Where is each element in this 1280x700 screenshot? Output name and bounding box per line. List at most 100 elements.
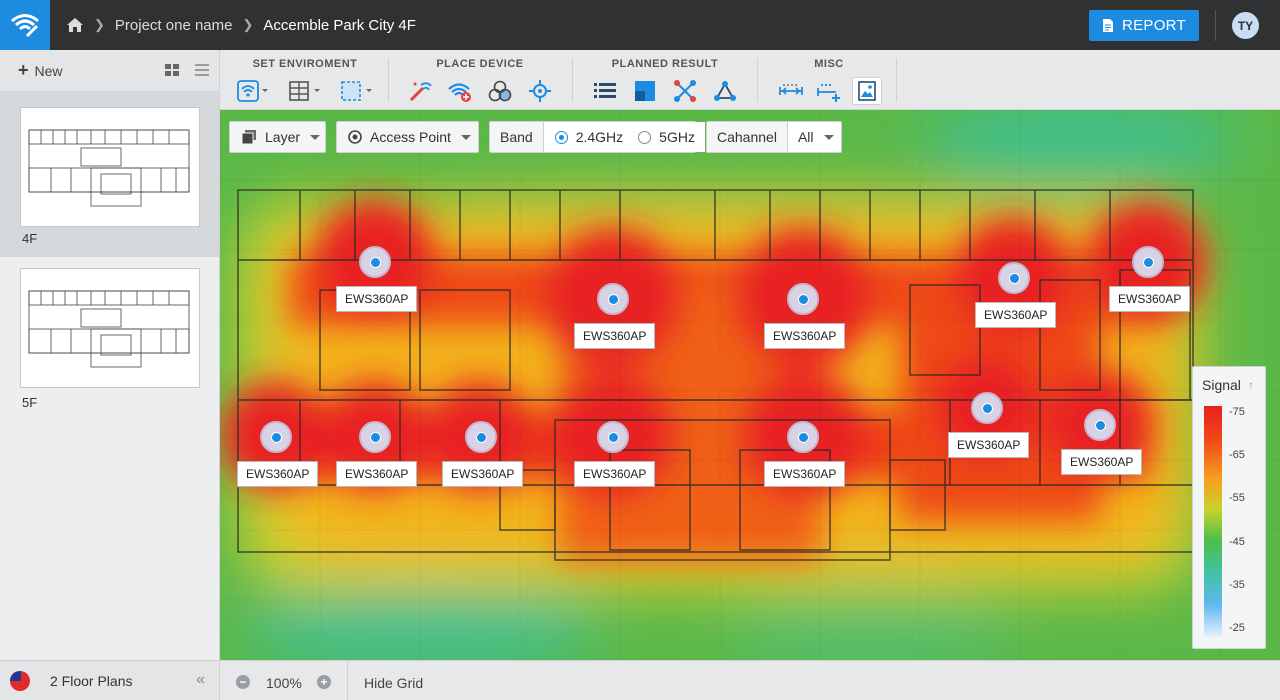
target-move-icon[interactable] <box>525 77 555 105</box>
sidebar-header: + New <box>0 50 219 92</box>
ap-dot-icon <box>607 293 619 305</box>
chevron-down-icon <box>310 134 321 140</box>
user-avatar[interactable]: TY <box>1232 12 1259 39</box>
band-option-label: 2.4GHz <box>575 129 624 145</box>
access-point-marker[interactable] <box>998 262 1030 294</box>
ap-dot-icon <box>1142 256 1154 268</box>
channel-value: All <box>797 129 814 145</box>
chevron-down-icon <box>823 134 834 140</box>
access-point-label: EWS360AP <box>1061 449 1143 475</box>
access-point-marker[interactable] <box>787 421 819 453</box>
app-logo[interactable] <box>0 0 50 50</box>
add-ap-icon[interactable] <box>445 77 475 105</box>
access-point-marker[interactable] <box>787 283 819 315</box>
access-point-marker[interactable] <box>1084 409 1116 441</box>
signal-heatmap <box>220 110 1280 660</box>
toolbar-group-planned-result: PLANNED RESULT <box>585 50 745 110</box>
zoom-in-icon[interactable]: + <box>317 675 331 689</box>
top-bar: ❯ Project one name ❯ Accemble Park City … <box>0 0 1280 50</box>
access-point-label: EWS360AP <box>1109 286 1191 312</box>
grid-layout-icon[interactable] <box>284 77 326 105</box>
channel-dropdown[interactable]: All <box>787 122 841 152</box>
wifi-signal-icon[interactable] <box>232 77 274 105</box>
magic-wand-icon[interactable] <box>405 77 435 105</box>
access-point-marker[interactable] <box>260 421 292 453</box>
access-point-marker[interactable] <box>971 392 1003 424</box>
floor-plan-thumbnail <box>20 268 200 388</box>
list-icon[interactable] <box>590 77 620 105</box>
access-point-label: EWS360AP <box>764 461 846 487</box>
layer-label: Layer <box>265 129 301 145</box>
sidebar-footer: 2 Floor Plans « <box>0 660 220 700</box>
channel-selector: Cahannel All <box>706 121 842 153</box>
collapse-sidebar-icon[interactable]: « <box>196 671 205 689</box>
ruler-icon[interactable] <box>776 77 806 105</box>
coverage-square-icon[interactable] <box>630 77 660 105</box>
band-label: Band <box>490 122 544 152</box>
access-point-label: EWS360AP <box>237 461 319 487</box>
access-point-label: EWS360AP <box>574 323 656 349</box>
floor-plan-label: 4F <box>22 231 38 246</box>
access-point-marker[interactable] <box>465 421 497 453</box>
overlap-icon[interactable] <box>485 77 515 105</box>
group-title: MISC <box>814 58 844 70</box>
divider <box>757 58 758 102</box>
signal-legend: Signal ↑ -75 -65 -55 -45 -35 -25 <box>1192 366 1266 649</box>
access-point-marker[interactable] <box>359 246 391 278</box>
toolbar: SET ENVIROMENT PLACE DEVICE PLANNED RESU… <box>220 50 1280 110</box>
divider <box>572 58 573 102</box>
access-point-icon <box>348 130 362 144</box>
layer-dropdown[interactable]: Layer <box>229 121 326 153</box>
access-point-dropdown[interactable]: Access Point <box>336 121 479 153</box>
topology-icon[interactable] <box>710 77 740 105</box>
new-plan-button[interactable]: + New <box>18 60 63 81</box>
divider <box>896 58 897 102</box>
access-point-marker[interactable] <box>1132 246 1164 278</box>
band-option-label: 5GHz <box>659 129 695 145</box>
chevron-right-icon: ❯ <box>242 17 254 32</box>
access-point-label: EWS360AP <box>574 461 656 487</box>
ap-dot-icon <box>369 431 381 443</box>
toolbar-group-misc: MISC <box>768 50 890 110</box>
access-point-label: Access Point <box>370 129 451 145</box>
legend-tick: -25 <box>1229 622 1245 634</box>
floor-plan-count: 2 Floor Plans <box>50 672 133 689</box>
ap-dot-icon <box>797 431 809 443</box>
access-point-label: EWS360AP <box>336 286 418 312</box>
document-icon <box>1102 19 1113 32</box>
breadcrumb-project[interactable]: Project one name <box>115 17 233 34</box>
ap-dot-icon <box>797 293 809 305</box>
new-label: New <box>34 62 63 79</box>
selection-rect-icon[interactable] <box>336 77 378 105</box>
legend-tick: -35 <box>1229 579 1245 591</box>
access-point-label: EWS360AP <box>336 461 418 487</box>
toolbar-group-place-device: PLACE DEVICE <box>400 50 560 110</box>
list-view-icon[interactable] <box>195 64 209 76</box>
hide-grid-button[interactable]: Hide Grid <box>364 675 423 691</box>
band-option-5ghz[interactable]: 5GHz <box>623 122 705 152</box>
band-option-2-4ghz[interactable]: 2.4GHz <box>543 122 624 152</box>
zoom-out-icon[interactable]: − <box>236 675 250 689</box>
floor-plan-thumbnail <box>20 107 200 227</box>
report-button[interactable]: REPORT <box>1089 10 1199 41</box>
access-point-label: EWS360AP <box>975 302 1057 328</box>
bottom-bar: − 100% + Hide Grid <box>220 660 1280 700</box>
access-point-label: EWS360AP <box>442 461 524 487</box>
network-cross-icon[interactable] <box>670 77 700 105</box>
divider <box>388 58 389 102</box>
floor-plan-item-4f[interactable]: 4F <box>0 92 219 257</box>
language-flag-icon[interactable] <box>10 670 30 691</box>
home-icon[interactable] <box>66 17 84 33</box>
heatmap-canvas[interactable] <box>220 110 1280 660</box>
floor-plan-item-5f[interactable]: 5F <box>0 257 219 422</box>
floor-plan-sidebar: + New 4F 5F <box>0 50 220 660</box>
grid-view-icon[interactable] <box>165 64 179 76</box>
sort-icon[interactable]: ↑ <box>1248 378 1254 392</box>
access-point-marker[interactable] <box>597 283 629 315</box>
zoom-level: 100% <box>266 675 302 691</box>
scale-grid-icon[interactable] <box>814 77 844 105</box>
access-point-marker[interactable] <box>359 421 391 453</box>
image-icon[interactable] <box>852 77 882 105</box>
access-point-marker[interactable] <box>597 421 629 453</box>
group-title: PLANNED RESULT <box>611 58 719 70</box>
